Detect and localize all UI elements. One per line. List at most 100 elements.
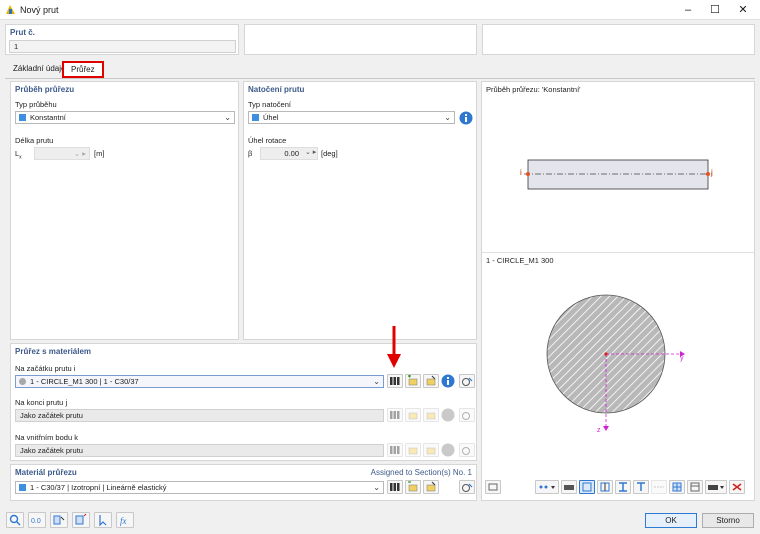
library-icon[interactable] [387,408,403,422]
section-params-icon[interactable] [459,408,475,422]
material-params-icon[interactable] [459,480,475,494]
material-header: Materiál průřezu [15,468,77,477]
new-section-icon[interactable] [405,374,421,388]
axis-z-label: z [597,427,601,434]
edit-section-icon[interactable] [423,443,439,457]
member-length-unit: [m] [94,149,105,158]
section-course-header: Průběh průřezu [15,85,75,94]
search-icon[interactable] [6,512,24,528]
edit-material-icon[interactable] [423,480,439,494]
annotation-arrow-icon [387,326,401,368]
axis-y-label: y [680,355,684,362]
tab-divider [5,78,755,79]
section-params-icon[interactable] [459,374,475,388]
units-icon[interactable]: 0.0 [28,512,46,528]
section-material-panel: Průřez s materiálem Na začátku prutu i 1… [10,343,477,461]
library-icon[interactable] [387,374,403,388]
spinner-icon: ⌄ ▸ [305,149,317,156]
section-start-value: 1 - CIRCLE_M1 300 | 1 - C30/37 [30,377,139,386]
info-icon[interactable] [441,408,457,422]
formula-icon[interactable]: fx [116,512,134,528]
maximize-button[interactable]: ☐ [703,2,727,18]
section-inner-field: Jako začátek prutu [15,444,384,457]
info-icon[interactable] [459,111,473,125]
section-end-label: Na konci prutu j [15,398,68,407]
grid-icon[interactable] [669,480,685,494]
section-params-icon[interactable] [459,443,475,457]
library-icon[interactable] [387,443,403,457]
new-section-icon[interactable] [405,443,421,457]
material-panel: Materiál průřezu Assigned to Section(s) … [10,464,477,501]
section-course-diagram [524,159,712,190]
reset-view-icon[interactable] [729,480,745,494]
header-panel-right [482,24,755,55]
ok-button[interactable]: OK [645,513,697,528]
i-beam-icon[interactable] [615,480,631,494]
rotation-type-select[interactable]: Úhel ⌄ [248,111,455,124]
minimize-button[interactable]: – [676,2,700,18]
section-start-label: Na začátku prutu i [15,364,76,373]
preview-settings-icon[interactable] [485,480,501,494]
print-icon[interactable] [705,480,727,494]
material-assigned-label: Assigned to Section(s) No. 1 [370,468,472,477]
section-course-type-select[interactable]: Konstantní ⌄ [15,111,235,124]
view-options-icon[interactable] [535,480,559,494]
chevron-down-icon: ⌄ [444,113,451,122]
member-number-field[interactable]: 1 [9,40,236,53]
member-number-label: Prut č. [10,28,35,37]
node-i-label: i [520,168,522,177]
chevron-down-icon: ⌄ [373,377,380,386]
copy-icon[interactable] [72,512,90,528]
svg-text:0.0: 0.0 [31,518,41,525]
section-course-type-value: Konstantní [30,113,66,122]
table-icon[interactable] [687,480,703,494]
rotation-header: Natočení prutu [248,85,305,94]
member-length-symbol: Lx [15,149,22,161]
section-start-select[interactable]: 1 - CIRCLE_M1 300 | 1 - C30/37 ⌄ [15,375,384,388]
section-course-panel: Průběh průřezu Typ průběhu Konstantní ⌄ … [10,81,239,340]
info-icon[interactable] [441,443,457,457]
library-icon[interactable] [387,480,403,494]
member-length-label: Délka prutu [15,136,54,145]
cross-section-diagram [546,294,685,431]
chevron-down-icon: ⌄ [224,113,231,122]
view-front-icon[interactable] [579,480,595,494]
tab-prurez[interactable]: Průřez [62,61,104,78]
title-bar: Nový prut – ☐ ✕ [0,0,760,20]
node-j-label: j [711,168,713,177]
edit-properties-icon[interactable] [50,512,68,528]
rotation-panel: Natočení prutu Typ natočení Úhel ⌄ Úhel … [243,81,477,340]
close-button[interactable]: ✕ [731,2,755,18]
section-course-type-label: Typ průběhu [15,100,57,109]
section-end-field: Jako začátek prutu [15,409,384,422]
window-title: Nový prut [20,5,59,15]
dimension-icon[interactable] [597,480,613,494]
cancel-button[interactable]: Storno [702,513,754,528]
dashed-line-icon[interactable] [651,480,667,494]
svg-text:fx: fx [120,516,127,526]
color-swatch [252,114,259,121]
section-inner-label: Na vnitřním bodu k [15,433,78,442]
cursor-icon[interactable] [94,512,112,528]
section-circle-icon [19,378,26,385]
t-section-icon[interactable] [633,480,649,494]
rotation-type-label: Typ natočení [248,100,291,109]
new-material-icon[interactable] [405,480,421,494]
color-swatch [19,114,26,121]
rotation-angle-unit: [deg] [321,149,338,158]
new-section-icon[interactable] [405,408,421,422]
preview-panel: Průběh průřezu: 'Konstantní' i j 1 - CIR… [481,81,755,501]
rotation-angle-label: Úhel rotace [248,136,287,145]
print-preview-icon[interactable] [561,480,577,494]
spinner-icon: ⌄ ▸ [73,149,86,158]
info-icon[interactable] [441,374,457,388]
material-select[interactable]: 1 - C30/37 | Izotropní | Lineárně elasti… [15,481,384,494]
edit-section-icon[interactable] [423,374,439,388]
chevron-down-icon: ⌄ [373,483,380,492]
app-icon [6,5,15,14]
member-length-input[interactable]: ⌄ ▸ [34,147,90,160]
preview-divider [482,252,754,253]
color-swatch [19,484,26,491]
rotation-angle-symbol: β [248,149,253,158]
edit-section-icon[interactable] [423,408,439,422]
